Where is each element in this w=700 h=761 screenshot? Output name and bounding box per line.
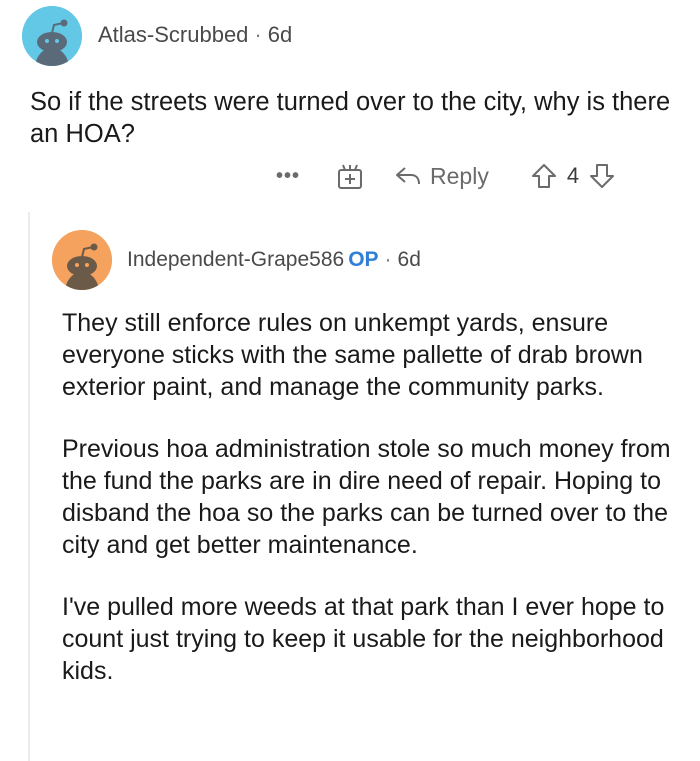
reply-paragraph: They still enforce rules on unkempt yard… bbox=[62, 309, 643, 401]
thread-collapse-line[interactable] bbox=[28, 212, 30, 761]
reply-paragraph: I've pulled more weeds at that park than… bbox=[62, 593, 665, 685]
reply-avatar-icon[interactable] bbox=[52, 230, 112, 290]
reply-arrow-icon bbox=[396, 167, 421, 185]
meta-separator: · bbox=[254, 22, 262, 47]
parent-comment-body: So if the streets were turned over to th… bbox=[30, 88, 671, 148]
reply-comment-age: 6d bbox=[397, 248, 421, 271]
op-badge: OP bbox=[348, 248, 379, 271]
meta-separator: · bbox=[384, 248, 392, 271]
award-icon[interactable] bbox=[336, 161, 366, 191]
vote-controls: 4 bbox=[531, 163, 615, 189]
downvote-icon[interactable] bbox=[589, 163, 615, 189]
reply-comment-body: They still enforce rules on unkempt yard… bbox=[62, 307, 682, 717]
upvote-icon[interactable] bbox=[531, 163, 557, 189]
reply-username[interactable]: Independent-Grape586 bbox=[127, 248, 344, 271]
reply-paragraph: Previous hoa administration stole so muc… bbox=[62, 435, 671, 559]
comment-thread: Atlas-Scrubbed · 6d So if the streets were… bbox=[0, 0, 700, 761]
reply-label: Reply bbox=[430, 162, 489, 189]
comment-action-bar: ••• Reply 4 bbox=[276, 156, 615, 196]
reply-comment-meta: Independent-Grape586 OP · 6d bbox=[127, 248, 421, 272]
vote-count: 4 bbox=[566, 163, 580, 188]
reply-button[interactable]: Reply bbox=[394, 163, 489, 190]
more-options-button[interactable]: ••• bbox=[276, 165, 300, 188]
parent-comment-age: 6d bbox=[267, 22, 293, 47]
parent-avatar-icon[interactable] bbox=[22, 6, 82, 66]
parent-username[interactable]: Atlas-Scrubbed bbox=[98, 22, 248, 47]
parent-comment-meta: Atlas-Scrubbed · 6d bbox=[98, 22, 292, 48]
